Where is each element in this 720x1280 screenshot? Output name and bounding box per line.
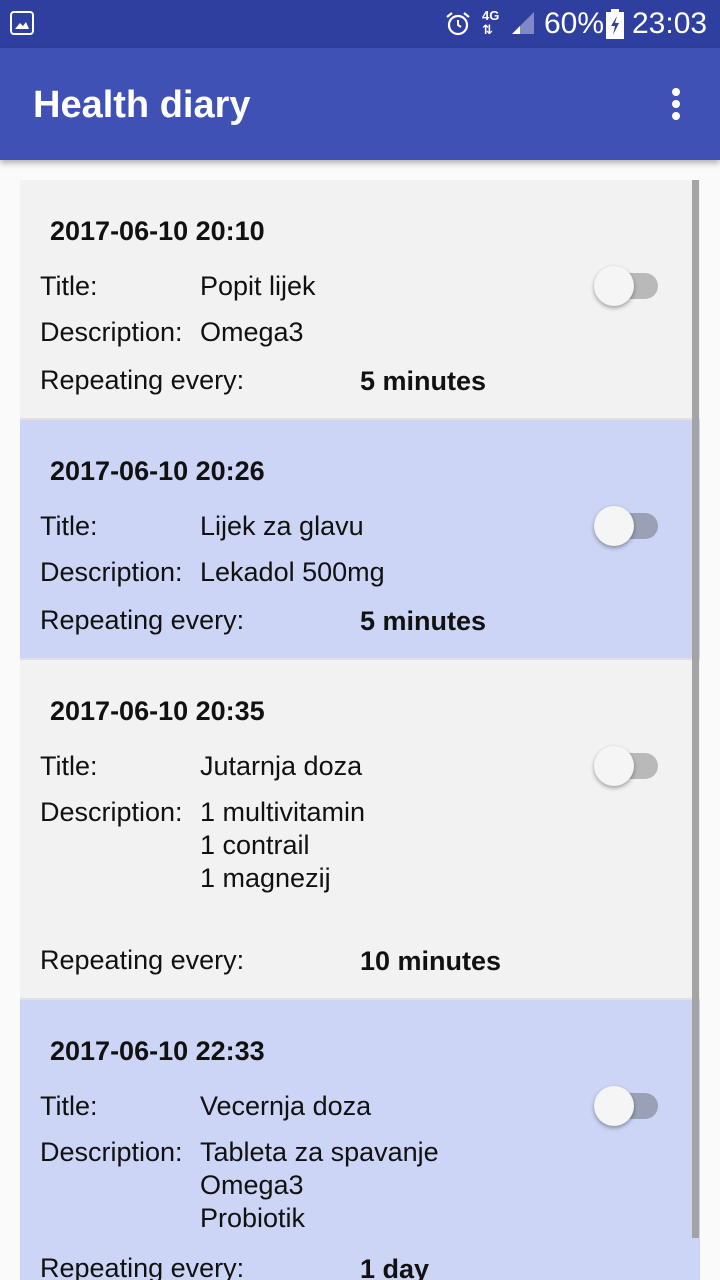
title-label: Title:	[40, 1091, 98, 1121]
reminder-title: Popit lijek	[200, 271, 316, 301]
description-label: Description:	[40, 1137, 183, 1167]
title-label: Title:	[40, 511, 98, 541]
reminder-datetime: 2017-06-10 22:33	[50, 1036, 265, 1066]
description-label: Description:	[40, 317, 183, 347]
repeating-label: Repeating every:	[40, 945, 245, 975]
toggle-thumb	[594, 1086, 634, 1126]
scrollbar[interactable]	[692, 180, 699, 1238]
repeating-label: Repeating every:	[40, 365, 245, 395]
title-label: Title:	[40, 271, 98, 301]
reminder-datetime: 2017-06-10 20:26	[50, 456, 265, 486]
reminder-datetime: 2017-06-10 20:35	[50, 696, 265, 726]
data-activity-icon: ⇅	[482, 22, 493, 37]
reminder-title: Lijek za glavu	[200, 511, 364, 541]
title-label: Title:	[40, 751, 98, 781]
alarm-icon	[446, 12, 470, 36]
reminder-description: Tableta za spavanje Omega3 Probiotik	[200, 1137, 439, 1233]
more-vert-icon[interactable]	[664, 86, 688, 122]
reminder-description: Omega3	[200, 317, 304, 347]
reminder-toggle[interactable]	[594, 1086, 660, 1126]
battery-percentage: 60%	[544, 7, 605, 40]
reminder-card[interactable]: 2017-06-10 20:10 Title: Popit lijek Desc…	[20, 180, 700, 420]
repeat-interval: 5 minutes	[360, 366, 487, 396]
repeating-label: Repeating every:	[40, 605, 245, 635]
gallery-icon	[10, 11, 34, 35]
battery-charging-icon	[606, 9, 624, 39]
app-bar: Health diary	[0, 48, 720, 160]
reminder-description: 1 multivitamin 1 contrail 1 magnezij	[200, 797, 366, 893]
reminder-card[interactable]: 2017-06-10 20:35 Title: Jutarnja doza De…	[20, 660, 700, 1000]
clock: 23:03	[632, 7, 708, 40]
status-bar: 4G ⇅ 60% 23:03	[0, 0, 720, 48]
network-type: 4G ⇅	[482, 9, 499, 37]
repeat-interval: 5 minutes	[360, 606, 487, 636]
reminder-title: Vecernja doza	[200, 1091, 372, 1121]
reminder-card[interactable]: 2017-06-10 22:33 Title: Vecernja doza De…	[20, 1000, 700, 1280]
description-label: Description:	[40, 797, 183, 827]
network-type-label: 4G	[482, 8, 500, 23]
reminder-toggle[interactable]	[594, 506, 660, 546]
repeating-label: Repeating every:	[40, 1253, 245, 1280]
toggle-thumb	[594, 746, 634, 786]
signal-icon	[512, 12, 534, 34]
description-label: Description:	[40, 557, 183, 587]
reminder-title: Jutarnja doza	[200, 751, 363, 781]
toggle-thumb	[594, 266, 634, 306]
reminder-datetime: 2017-06-10 20:10	[50, 216, 265, 246]
repeat-interval: 10 minutes	[360, 946, 502, 976]
toggle-thumb	[594, 506, 634, 546]
app-title: Health diary	[33, 84, 251, 126]
reminder-description: Lekadol 500mg	[200, 557, 385, 587]
reminder-toggle[interactable]	[594, 746, 660, 786]
reminder-toggle[interactable]	[594, 266, 660, 306]
reminder-list[interactable]: 2017-06-10 20:10 Title: Popit lijek Desc…	[20, 180, 700, 1280]
reminder-card[interactable]: 2017-06-10 20:26 Title: Lijek za glavu D…	[20, 420, 700, 660]
repeat-interval: 1 day	[360, 1254, 430, 1280]
